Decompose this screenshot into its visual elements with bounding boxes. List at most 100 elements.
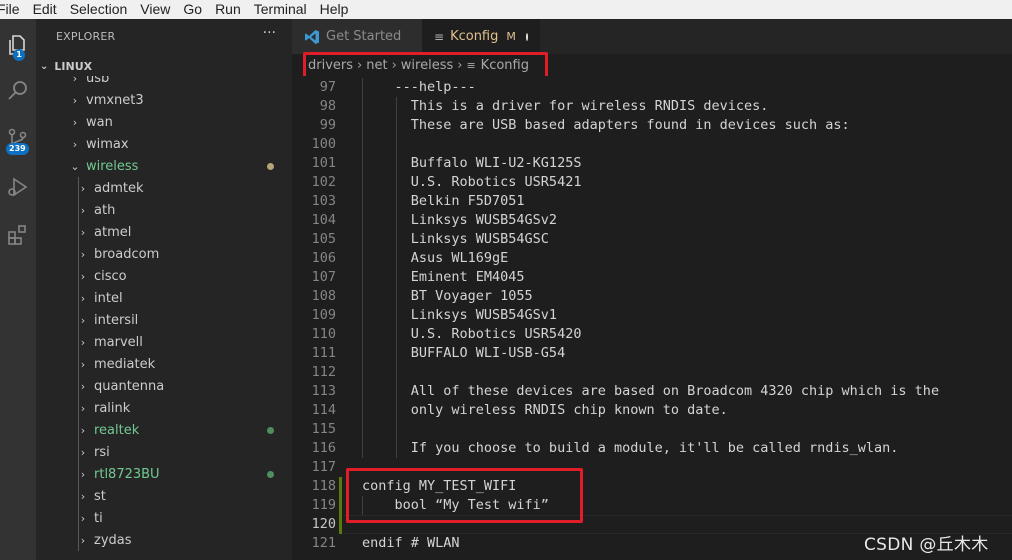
git-status-dot-icon — [267, 162, 274, 170]
tab-get-started[interactable]: Get Started — [292, 19, 422, 54]
code-line: 106 Asus WL169gE — [292, 249, 1012, 268]
indent-guide — [78, 331, 79, 353]
folder-wireless[interactable]: ⌄ wireless — [36, 155, 292, 177]
menu-item-view[interactable]: View — [140, 0, 170, 19]
code-line: 114 only wireless RNDIS chip known to da… — [292, 401, 1012, 420]
git-status-dot-icon — [267, 426, 274, 434]
indent-guide — [78, 199, 79, 221]
indent-guide — [78, 375, 79, 397]
code-line: 98 This is a driver for wireless RNDIS d… — [292, 97, 1012, 116]
indent-guide — [78, 177, 79, 199]
code-text: If you choose to build a module, it'll b… — [362, 440, 899, 456]
indent-guide — [78, 419, 79, 441]
folder-label: vmxnet3 — [86, 92, 144, 108]
folder-label: ralink — [94, 400, 131, 416]
line-number: 99 — [319, 117, 336, 133]
line-number: 97 — [319, 79, 336, 95]
file-tree: › usb › vmxnet3 › wan › wimax ⌄ wireless › admtek › a… — [36, 67, 292, 551]
run-debug-activity-button[interactable] — [0, 167, 36, 207]
indent-guide — [396, 363, 397, 382]
folder-label: wan — [86, 114, 113, 130]
activity-bar: 1 239 — [0, 19, 36, 560]
folder-label: intersil — [94, 312, 139, 328]
folder-zydas[interactable]: › zydas — [36, 529, 292, 551]
folder-vmxnet3[interactable]: › vmxnet3 — [36, 89, 292, 111]
code-text: endif # WLAN — [362, 535, 460, 551]
line-number: 108 — [311, 288, 336, 304]
line-number: 109 — [311, 307, 336, 323]
line-number: 101 — [311, 155, 336, 171]
plain-text-file-icon: ≡ — [434, 29, 445, 44]
unsaved-dot-icon[interactable] — [525, 32, 528, 41]
search-icon — [8, 81, 27, 100]
folder-st[interactable]: › st — [36, 485, 292, 507]
line-number: 107 — [311, 269, 336, 285]
chevron-right-icon: › — [72, 93, 78, 107]
code-line: 102 U.S. Robotics USR5421 — [292, 173, 1012, 192]
explorer-activity-button[interactable]: 1 — [0, 25, 36, 65]
folder-atmel[interactable]: › atmel — [36, 221, 292, 243]
workspace-root[interactable]: ⌄ LINUX — [36, 56, 292, 76]
line-number: 110 — [311, 326, 336, 342]
code-line: 111 BUFFALO WLI-USB-G54 — [292, 344, 1012, 363]
code-text: All of these devices are based on Broadc… — [362, 383, 940, 399]
menu-item-help[interactable]: Help — [320, 0, 349, 19]
folder-intel[interactable]: › intel — [36, 287, 292, 309]
source-control-activity-button[interactable]: 239 — [0, 119, 36, 159]
folder-rsi[interactable]: › rsi — [36, 441, 292, 463]
folder-admtek[interactable]: › admtek — [36, 177, 292, 199]
folder-label: rtl8723BU — [94, 466, 160, 482]
folder-ti[interactable]: › ti — [36, 507, 292, 529]
indent-guide — [78, 309, 79, 331]
folder-realtek[interactable]: › realtek — [36, 419, 292, 441]
code-text: BT Voyager 1055 — [362, 288, 533, 304]
folder-intersil[interactable]: › intersil — [36, 309, 292, 331]
folder-label: st — [94, 488, 106, 504]
folder-mediatek[interactable]: › mediatek — [36, 353, 292, 375]
indent-guide — [78, 507, 79, 529]
folder-label: zydas — [94, 532, 132, 548]
run-debug-icon — [8, 177, 28, 197]
menu-item-go[interactable]: Go — [183, 0, 202, 19]
code-line: 105 Linksys WUSB54GSC — [292, 230, 1012, 249]
menu-item-terminal[interactable]: Terminal — [254, 0, 307, 19]
code-line: 103 Belkin F5D7051 — [292, 192, 1012, 211]
menu-item-selection[interactable]: Selection — [70, 0, 128, 19]
indent-guide — [78, 441, 79, 463]
source-control-badge: 239 — [6, 143, 29, 155]
explorer-more-button[interactable]: ··· — [263, 25, 276, 41]
code-text: These are USB based adapters found in de… — [362, 117, 850, 133]
indent-guide — [78, 287, 79, 309]
indent-guide — [78, 221, 79, 243]
folder-wan[interactable]: › wan — [36, 111, 292, 133]
folder-quantenna[interactable]: › quantenna — [36, 375, 292, 397]
line-number: 104 — [311, 212, 336, 228]
vscode-logo-icon — [305, 29, 319, 44]
line-number: 117 — [311, 459, 336, 475]
folder-broadcom[interactable]: › broadcom — [36, 243, 292, 265]
folder-rtl8723bu[interactable]: › rtl8723BU — [36, 463, 292, 485]
menu-item-edit[interactable]: Edit — [33, 0, 57, 19]
git-status-dot-icon — [267, 470, 274, 478]
menu-item-file[interactable]: File — [0, 0, 20, 19]
code-line: 107 Eminent EM4045 — [292, 268, 1012, 287]
folder-label: ti — [94, 510, 103, 526]
watermark: CSDN @丘木木 — [864, 535, 989, 555]
menu-item-run[interactable]: Run — [215, 0, 241, 19]
folder-ath[interactable]: › ath — [36, 199, 292, 221]
code-line: 116 If you choose to build a module, it'… — [292, 439, 1012, 458]
folder-cisco[interactable]: › cisco — [36, 265, 292, 287]
folder-wimax[interactable]: › wimax — [36, 133, 292, 155]
line-number: 112 — [311, 364, 336, 380]
folder-ralink[interactable]: › ralink — [36, 397, 292, 419]
tab-kconfig[interactable]: ≡ Kconfig M — [422, 19, 540, 54]
tab-kconfig-label: Kconfig — [450, 29, 499, 44]
code-line: 109 Linksys WUSB54GSv1 — [292, 306, 1012, 325]
folder-label: atmel — [94, 224, 132, 240]
indent-guide — [78, 529, 79, 551]
search-activity-button[interactable] — [0, 71, 36, 111]
extensions-activity-button[interactable] — [0, 215, 36, 255]
folder-marvell[interactable]: › marvell — [36, 331, 292, 353]
indent-guide — [362, 363, 363, 382]
folder-label: quantenna — [94, 378, 165, 394]
